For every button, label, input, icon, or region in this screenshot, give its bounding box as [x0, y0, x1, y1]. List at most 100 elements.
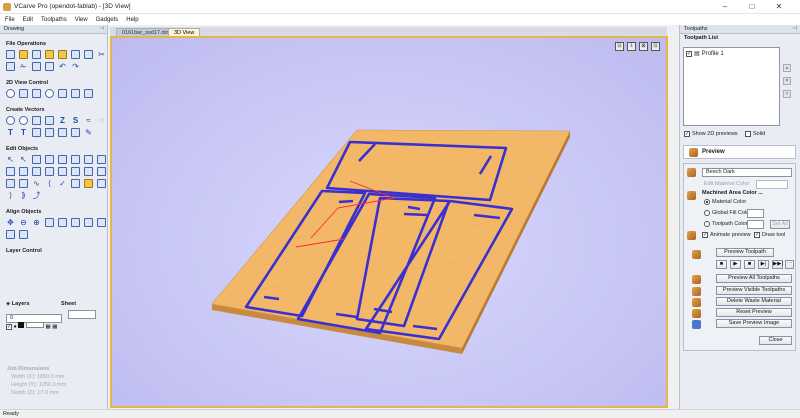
show-2d-previews-checkbox[interactable]: ✓: [684, 131, 690, 137]
save-preview-image-button[interactable]: Save Preview Image: [716, 319, 792, 328]
skew-icon[interactable]: ⟩: [6, 191, 15, 200]
delete-toolpath-icon[interactable]: ✕: [783, 90, 791, 98]
align-top-icon[interactable]: [71, 218, 80, 227]
layer-color-swatch[interactable]: [18, 322, 25, 328]
array-icon[interactable]: [97, 155, 106, 164]
nesting-icon[interactable]: [97, 167, 106, 176]
menu-file[interactable]: File: [0, 14, 19, 25]
edit-material-color-select[interactable]: [756, 180, 788, 189]
view-options-button[interactable]: ⊡: [651, 42, 660, 51]
delete-icon[interactable]: ✂: [97, 50, 106, 59]
extend-icon[interactable]: [84, 167, 93, 176]
space-horizontal-icon[interactable]: [97, 218, 106, 227]
create-boundary-icon[interactable]: [84, 179, 93, 188]
zoom-box-icon[interactable]: [32, 89, 41, 98]
ungroup-icon[interactable]: [19, 179, 28, 188]
curve-tool-icon[interactable]: Z: [58, 116, 67, 125]
tabs-icon[interactable]: [97, 179, 106, 188]
close-window-button[interactable]: ✕: [768, 0, 790, 14]
subtract-icon[interactable]: [19, 167, 28, 176]
toolpath-item-checkbox[interactable]: ✓: [686, 50, 692, 57]
toolpath-color-radio[interactable]: [704, 221, 710, 227]
undo-icon[interactable]: ↶: [58, 62, 67, 71]
text-tool-icon[interactable]: T: [6, 128, 15, 137]
set-all-button[interactable]: Set All: [770, 220, 790, 229]
ellipse-tool-icon[interactable]: [19, 116, 28, 125]
transform-icon[interactable]: [32, 155, 41, 164]
trace-bitmap-icon[interactable]: [71, 128, 80, 137]
group-icon[interactable]: [6, 179, 15, 188]
align-to-page-icon[interactable]: [19, 230, 28, 239]
sheet-select[interactable]: [67, 310, 96, 319]
layer-sheet-icon[interactable]: ▦: [52, 324, 57, 330]
move-icon[interactable]: [45, 155, 54, 164]
text-on-curve-icon[interactable]: T: [19, 128, 28, 137]
close-panel-button[interactable]: Close: [759, 336, 792, 345]
move-down-icon[interactable]: ▼: [783, 77, 791, 85]
smooth-icon[interactable]: ∿: [32, 179, 41, 188]
tab-3d-view[interactable]: 3D View: [168, 28, 201, 36]
menu-help[interactable]: Help: [122, 14, 142, 25]
vector-texture-icon[interactable]: ✎: [84, 128, 93, 137]
align-bottom-icon[interactable]: [84, 218, 93, 227]
zoom-in-icon[interactable]: [19, 89, 28, 98]
import-component-icon[interactable]: [58, 50, 67, 59]
close-vectors-icon[interactable]: [58, 167, 67, 176]
import-icon[interactable]: [45, 50, 54, 59]
view-iso-button[interactable]: ⊡: [615, 42, 624, 51]
chamfer-icon[interactable]: ✓: [58, 179, 67, 188]
3d-viewport[interactable]: ⊡ ⇩ ⊠ ⊡: [110, 36, 668, 408]
menu-view[interactable]: View: [71, 14, 92, 25]
reset-preview-button[interactable]: Reset Preview: [716, 308, 792, 317]
pin-icon[interactable]: ⊣: [99, 25, 104, 34]
skip-end-button[interactable]: ▶▶|: [772, 260, 783, 269]
copy-icon[interactable]: [32, 62, 41, 71]
align-right-icon[interactable]: [58, 218, 67, 227]
preview-toolpath-button[interactable]: Preview Toolpath: [716, 248, 774, 257]
open-file-icon[interactable]: [19, 50, 28, 59]
material-select[interactable]: Beech Dark: [702, 168, 792, 177]
new-file-icon[interactable]: [6, 50, 15, 59]
global-fill-color-select[interactable]: [747, 209, 764, 218]
rectangle-tool-icon[interactable]: [32, 116, 41, 125]
fillet-tool-icon[interactable]: [45, 128, 54, 137]
paste-icon[interactable]: [45, 62, 54, 71]
intersect-icon[interactable]: [32, 167, 41, 176]
menu-edit[interactable]: Edit: [19, 14, 37, 25]
align-center-icon[interactable]: ✥: [6, 218, 15, 227]
node-edit-icon[interactable]: ↖: [19, 155, 28, 164]
select-tool-icon[interactable]: ↖: [6, 155, 15, 164]
measure-icon[interactable]: [71, 179, 80, 188]
spiral-tool-icon[interactable]: S: [71, 116, 80, 125]
speed-button[interactable]: ⋯: [785, 260, 794, 269]
layer-visible-checkbox[interactable]: ✓: [6, 324, 12, 330]
maximize-button[interactable]: □: [741, 0, 763, 14]
align-left-icon[interactable]: [45, 218, 54, 227]
animate-preview-checkbox[interactable]: ✓: [702, 232, 708, 238]
polygon-tool-icon[interactable]: [45, 116, 54, 125]
join-icon[interactable]: [45, 167, 54, 176]
delete-waste-material-button[interactable]: Delete Waste Material: [716, 297, 792, 306]
rotate-icon[interactable]: [58, 155, 67, 164]
fillet-edit-icon[interactable]: ⟨: [45, 179, 54, 188]
select-all-icon[interactable]: [6, 62, 15, 71]
redo-icon[interactable]: ↷: [71, 62, 80, 71]
align-horizontal-center-icon[interactable]: ⊖: [19, 218, 28, 227]
draw-tool-checkbox[interactable]: ✓: [754, 232, 760, 238]
pan-icon[interactable]: [45, 89, 54, 98]
cut-icon[interactable]: ✁: [19, 62, 28, 71]
bend-icon[interactable]: ⤴: [32, 191, 41, 200]
toolpath-color-select[interactable]: [747, 220, 764, 229]
split-icon[interactable]: ⟫: [19, 191, 28, 200]
move-up-icon[interactable]: ▲: [783, 64, 791, 72]
space-vertical-icon[interactable]: [6, 230, 15, 239]
play-button[interactable]: ▶: [730, 260, 741, 269]
menu-gadgets[interactable]: Gadgets: [92, 14, 123, 25]
layout-icon[interactable]: [84, 89, 93, 98]
minimize-button[interactable]: –: [714, 0, 736, 14]
stop-button[interactable]: ■: [716, 260, 727, 269]
offset-tool-icon[interactable]: [58, 128, 67, 137]
layer-lock-icon[interactable]: ●: [14, 324, 17, 330]
trim-icon[interactable]: [71, 167, 80, 176]
pause-button[interactable]: ■: [744, 260, 755, 269]
